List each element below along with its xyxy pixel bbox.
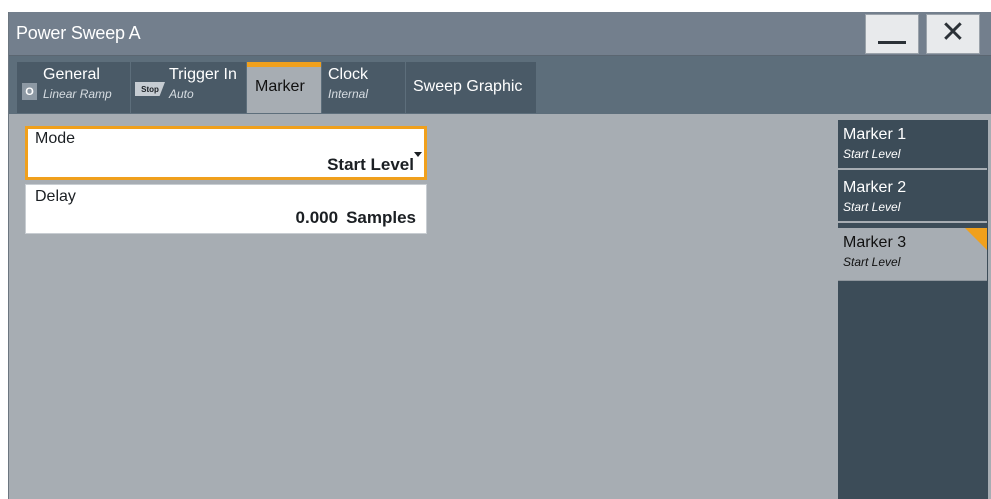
dropdown-caret-icon — [414, 152, 422, 157]
selection-corner-icon — [965, 228, 987, 250]
mode-label: Mode — [35, 130, 76, 147]
mode-select[interactable]: Mode Start Level — [25, 126, 427, 180]
tab-label: General — [43, 66, 100, 83]
tab-general[interactable]: O General Linear Ramp — [17, 62, 130, 113]
tab-sublabel: Linear Ramp — [43, 87, 112, 101]
tab-clock[interactable]: Clock Internal — [322, 62, 405, 113]
minimize-icon — [878, 40, 906, 44]
tab-label: Marker — [255, 78, 305, 95]
marker-item-3[interactable]: Marker 3 Start Level — [838, 228, 987, 281]
marker-list: Marker 1 Start Level Marker 2 Start Leve… — [838, 120, 988, 499]
minimize-button[interactable] — [865, 14, 919, 54]
close-icon: ✕ — [940, 16, 966, 49]
tab-label: Clock — [328, 66, 369, 83]
tab-marker[interactable]: Marker — [247, 62, 321, 113]
tab-sublabel: Auto — [169, 87, 194, 101]
marker-sublabel: Start Level — [843, 200, 901, 214]
delay-value-group: 0.000 Samples — [296, 208, 416, 228]
stop-icon: Stop — [135, 82, 165, 96]
mode-value: Start Level — [327, 155, 414, 174]
state-off-icon: O — [22, 83, 37, 100]
tab-trigger-in[interactable]: Stop Trigger In Auto — [131, 62, 246, 113]
marker-label: Marker 2 — [843, 179, 907, 196]
tab-sweep-graphic[interactable]: Sweep Graphic — [406, 62, 536, 113]
title-bar: Power Sweep A ✕ — [9, 12, 991, 56]
marker-label: Marker 1 — [843, 126, 907, 143]
close-button[interactable]: ✕ — [926, 14, 980, 54]
tab-bar: O General Linear Ramp Stop Trigger In Au… — [9, 56, 991, 114]
delay-field[interactable]: Delay 0.000 Samples — [25, 184, 427, 234]
tab-sublabel: Internal — [328, 87, 369, 101]
window-title: Power Sweep A — [16, 23, 141, 43]
delay-label: Delay — [35, 188, 76, 205]
tab-label: Sweep Graphic — [413, 78, 523, 95]
marker-sublabel: Start Level — [843, 147, 901, 161]
marker-item-1[interactable]: Marker 1 Start Level — [838, 120, 987, 170]
power-sweep-dialog: Power Sweep A ✕ O General Linear Ramp St… — [8, 12, 991, 499]
delay-value: 0.000 — [295, 208, 339, 227]
tab-label: Trigger In — [169, 66, 237, 83]
delay-unit: Samples — [346, 208, 416, 227]
marker-label: Marker 3 — [843, 234, 907, 251]
marker-sublabel: Start Level — [843, 255, 901, 269]
marker-item-2[interactable]: Marker 2 Start Level — [838, 173, 987, 223]
